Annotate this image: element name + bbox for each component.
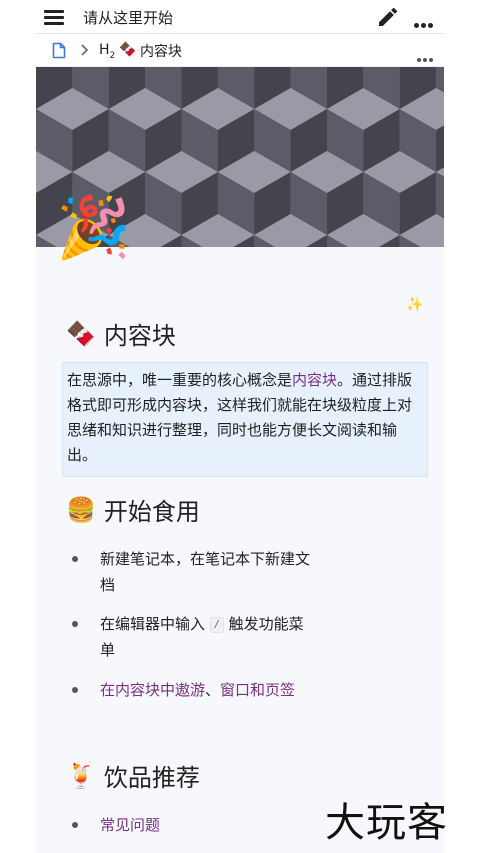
list-item[interactable]: 在内容块中遨游、窗口和页签 [72, 677, 312, 703]
bullet-icon [72, 621, 78, 627]
heading-level-indicator: H2 [99, 42, 116, 61]
menu-icon[interactable] [42, 7, 66, 27]
link-faq[interactable]: 常见问题 [100, 812, 312, 838]
list-item-text: 新建笔记本，在笔记本下新建文档 [100, 550, 311, 594]
breadcrumb-item-block[interactable]: 内容块 [140, 41, 182, 61]
bullet-icon [72, 556, 78, 562]
callout-link[interactable]: 内容块 [292, 371, 337, 389]
breadcrumb: H2 🍫 内容块 [36, 34, 444, 67]
heading-text: 内容块 [103, 322, 176, 350]
app-window: 请从这里开始 H2 🍫 内容块 🎉 ✨ 🍫 内容块 在思源中，唯一重要的核心概念… [36, 0, 444, 853]
heading-content-block[interactable]: 🍫 内容块 [66, 316, 176, 351]
link-wander-blocks[interactable]: 在内容块中遨游 [100, 681, 205, 699]
heading-text: 开始食用 [103, 498, 200, 526]
list-item-text: 在编辑器中输入 / 触发功能菜单 [100, 615, 304, 659]
document-title: 请从这里开始 [83, 9, 174, 27]
list-item[interactable]: 常见问题 [72, 812, 312, 838]
heading-drinks[interactable]: 🍹 饮品推荐 [66, 758, 200, 793]
list-item-text: 在内容块中遨游、窗口和页签 [100, 681, 296, 699]
chocolate-icon: 🍫 [119, 42, 137, 58]
list-item[interactable]: 在编辑器中输入 / 触发功能菜单 [72, 611, 312, 663]
callout-block[interactable]: 在思源中，唯一重要的核心概念是内容块。通过排版格式即可形成内容块，这样我们就能在… [62, 362, 428, 477]
link-windows-tabs[interactable]: 窗口和页签 [220, 681, 295, 699]
document-icon[interactable] [52, 42, 66, 59]
bullet-icon [72, 687, 78, 693]
hamburger-icon: 🍔 [66, 495, 96, 524]
callout-text: 在思源中，唯一重要的核心概念是 [67, 371, 293, 389]
top-bar: 请从这里开始 [36, 0, 444, 34]
more-options-icon[interactable] [414, 13, 438, 28]
tropical-drink-icon: 🍹 [66, 761, 96, 790]
bullet-icon [72, 822, 78, 828]
breadcrumb-more-icon[interactable] [417, 47, 435, 66]
party-popper-icon[interactable]: 🎉 [56, 198, 131, 258]
watermark: 大玩客 [325, 800, 448, 846]
inline-code: / [209, 617, 224, 633]
edit-pencil-icon[interactable] [376, 5, 400, 29]
sparkle-icon: ✨ [406, 297, 424, 313]
heading-text: 饮品推荐 [103, 764, 200, 792]
chocolate-icon: 🍫 [66, 319, 96, 348]
chevron-right-icon [81, 44, 89, 56]
list-item[interactable]: 新建笔记本，在笔记本下新建文档 [72, 546, 312, 598]
heading-getting-started[interactable]: 🍔 开始食用 [66, 492, 200, 527]
